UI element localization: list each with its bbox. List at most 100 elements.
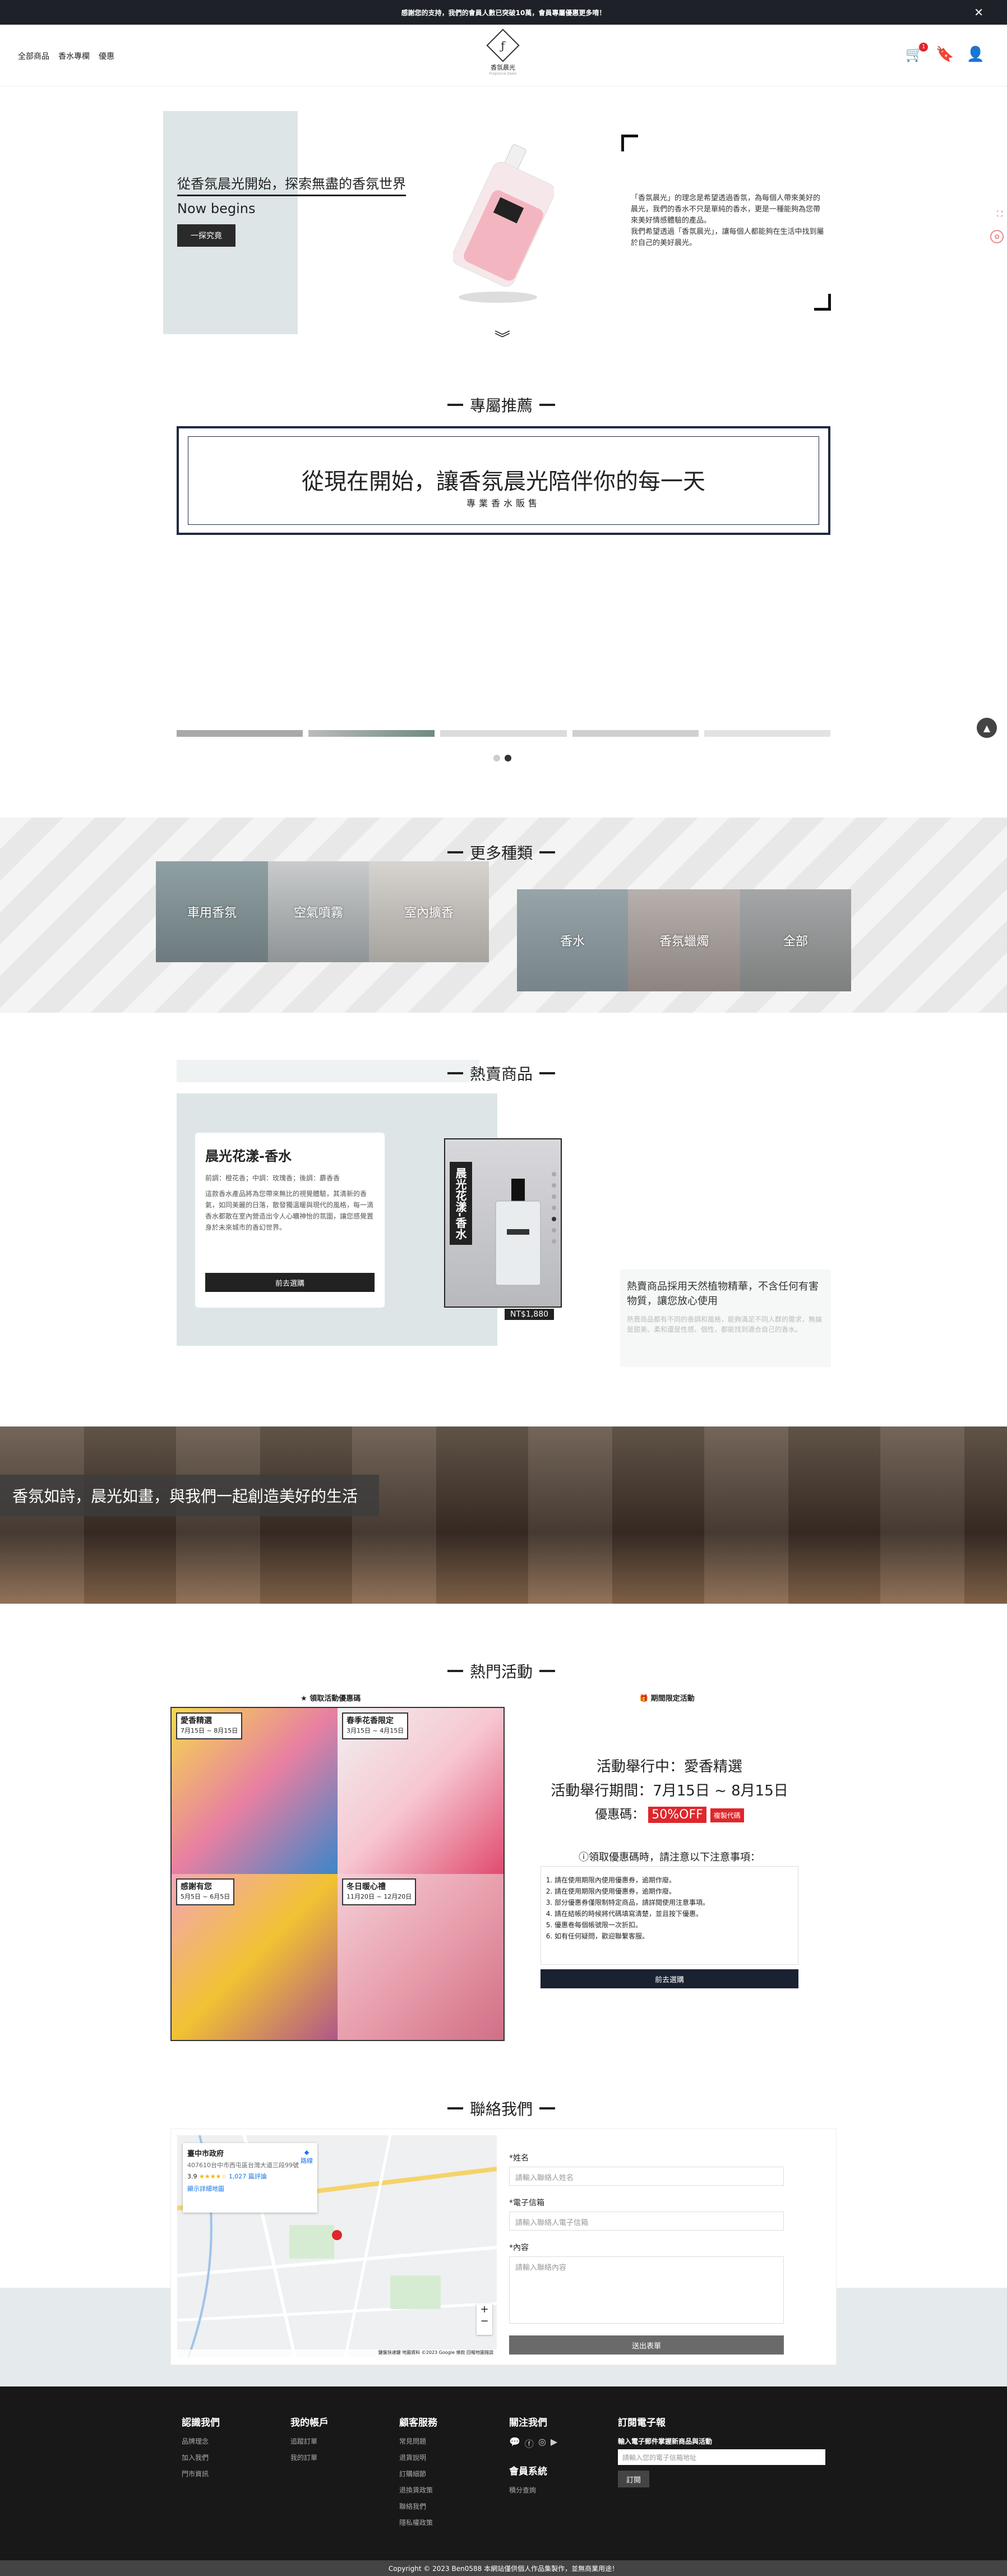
category-candle[interactable]: 香氛蠟燭 [628,889,740,991]
map-zoom-controls[interactable]: + − [477,2303,492,2335]
event-buy-button[interactable]: 前去選購 [541,1969,798,1988]
line-icon[interactable]: 💬 [509,2436,520,2450]
carousel-thumb[interactable] [572,730,699,737]
explore-button[interactable]: 一探究竟 [177,224,235,247]
footer-link[interactable]: 門市資訊 [182,2469,220,2478]
footer-link[interactable]: 我的訂單 [290,2453,329,2462]
footer-link[interactable]: 訂購細節 [399,2469,437,2478]
directions-icon: ◆ [304,2149,310,2156]
footer-link[interactable]: 隱私權政策 [399,2518,437,2527]
side-help-icon[interactable]: ✿ [990,230,1004,243]
slider-dot[interactable] [552,1239,556,1244]
carousel-dot[interactable] [493,755,500,761]
category-room-diffuser[interactable]: 室內擴香 [369,861,489,962]
footer-heading: 關注我們 [509,2417,547,2429]
side-tool-icon[interactable]: ⛶ [997,210,1003,219]
slider-dot[interactable] [552,1206,556,1210]
product-description: 這款香水產品將為您帶來無比的視覺體驗，其清新的香氣，如同美麗的日落，散發獨溫暖與… [205,1190,374,1231]
logo-glyph-icon: ƒ [501,39,505,52]
event-date: 7月15日 ~ 8月15日 [181,1727,238,1734]
close-icon[interactable]: ✕ [974,6,983,19]
footer-link[interactable]: 追蹤訂單 [290,2436,329,2446]
scroll-down-chevron-icon[interactable]: ︾ [495,326,510,349]
content-textarea[interactable]: 請輸入聯絡內容 [509,2256,784,2324]
event-tile[interactable]: 春季花香限定 3月15日 ~ 4月15日 [338,1708,504,1874]
nav-link-column[interactable]: 香水專欄 [58,50,90,62]
facebook-icon[interactable]: ⓕ [525,2436,534,2450]
rule-item: 部分優惠券僅限制特定商品，請詳閱使用注意事項。 [555,1897,784,1908]
slider-dot[interactable] [552,1194,556,1199]
youtube-icon[interactable]: ▶ [551,2436,557,2450]
email-field-group: *電子信箱 請輸入聯絡人電子信箱 [509,2197,784,2231]
carousel-thumbnails [177,730,831,737]
map-directions[interactable]: ◆ 路線 [301,2149,313,2165]
perfume-bottle-illustration [452,144,555,303]
category-air-spray[interactable]: 空氣噴霧 [268,861,369,962]
subscribe-button[interactable]: 訂閱 [618,2471,649,2487]
carousel-thumb[interactable] [308,730,435,737]
coupon-label-text: 領取活動優惠碼 [310,1695,361,1703]
logo-mark: ƒ [486,29,520,62]
event-tile-label: 春季花香限定 3月15日 ~ 4月15日 [342,1712,409,1739]
recommend-banner[interactable]: 從現在開始，讓香氛晨光陪伴你的每一天 專業香水販售 [177,426,830,535]
category-all[interactable]: 全部 [740,889,851,991]
map-reviews[interactable]: 1,027 篇評論 [229,2173,267,2180]
hot-note-box: 熱賣商品採用天然植物精華，不含任何有害物質，讓您放心使用 熱賣商品都有不同的香調… [620,1269,831,1367]
cart-icon[interactable]: 🛒 1 [906,43,929,63]
email-input[interactable]: 請輸入聯絡人電子信箱 [509,2212,784,2231]
map-larger-link[interactable]: 顯示詳細地圖 [187,2184,313,2193]
content-field-group: *內容 請輸入聯絡內容 [509,2242,784,2324]
carousel-thumb[interactable] [177,730,303,737]
name-input[interactable]: 請輸入聯絡人姓名 [509,2167,784,2186]
slider-dot[interactable] [552,1172,556,1176]
footer-link[interactable]: 常見問題 [399,2436,437,2446]
brand-logo[interactable]: ƒ 香氛晨光 Fragrance Dawn [483,29,523,81]
carousel-thumb[interactable] [704,730,831,737]
contact-heading: 聯絡我們 [447,2097,556,2120]
newsletter-input[interactable]: 請輸入您的電子信箱地址 [618,2449,825,2465]
page: 感謝您的支持，我們的會員人數已突破10萬，會員專屬優惠更多唷！ ✕ 全部商品 香… [0,0,1007,2576]
back-to-top-icon[interactable]: ▲ [977,718,997,738]
category-perfume[interactable]: 香水 [517,889,628,991]
rule-item: 請在結帳的時候將代碼填寫清楚，並且按下優惠。 [555,1908,784,1919]
event-tile[interactable]: 愛香精選 7月15日 ~ 8月15日 [172,1708,338,1874]
footer-link[interactable]: 加入我們 [182,2453,220,2462]
event-tile[interactable]: 冬日暖心禮 11月20日 ~ 12月20日 [338,1874,504,2040]
recommend-heading-text: 專屬推薦 [470,396,533,415]
footer: 認識我們 品牌理念 加入我們 門市資訊 我的帳戶 追蹤訂單 我的訂單 顧客服務 … [0,2386,1007,2560]
notice-title-text: 領取優惠碼時，請注意以下注意事項： [589,1852,760,1863]
heading-dash [447,1072,463,1074]
footer-heading: 認識我們 [182,2417,220,2429]
name-field-group: *姓名 請輸入聯絡人姓名 [509,2152,784,2186]
instagram-icon[interactable]: ◎ [538,2436,546,2450]
copyright-bar: Copyright © 2023 Ben0588 本網站僅供個人作品集製作，並無… [0,2560,1007,2576]
categories-heading-text: 更多種類 [470,844,533,862]
user-icon[interactable]: 👤 [967,46,985,63]
product-image[interactable]: 晨光花漾-香水 [444,1138,562,1308]
slider-dot[interactable] [552,1228,556,1232]
footer-link[interactable]: 聯絡我們 [399,2501,437,2511]
slider-dot[interactable] [552,1183,556,1188]
copy-code-button[interactable]: 複製代碼 [710,1808,744,1822]
bookmark-icon[interactable]: 🔖 [936,46,954,63]
category-label: 室內擴香 [404,906,454,920]
event-tile[interactable]: 感謝有您 5月5日 ~ 6月5日 [172,1874,338,2040]
category-car-fragrance[interactable]: 車用香氛 [156,861,268,962]
slider-dot-active[interactable] [552,1217,556,1221]
footer-link[interactable]: 積分查詢 [509,2485,557,2495]
event-tile-label: 愛香精選 7月15日 ~ 8月15日 [176,1712,243,1739]
footer-link[interactable]: 退換貨政策 [399,2485,437,2495]
buy-button[interactable]: 前去選購 [205,1273,375,1292]
submit-form-button[interactable]: 送出表單 [509,2335,784,2355]
newsletter-desc: 輸入電子郵件掌握新商品與活動 [618,2437,713,2445]
footer-heading: 訂閱電子報 [618,2417,666,2429]
footer-link[interactable]: 退貨說明 [399,2453,437,2462]
category-label: 空氣噴霧 [293,906,343,920]
footer-link[interactable]: 品牌理念 [182,2436,220,2446]
nav-link-all-products[interactable]: 全部商品 [18,50,49,62]
event-tile-label: 冬日暖心禮 11月20日 ~ 12月20日 [342,1878,417,1905]
carousel-thumb[interactable] [440,730,567,737]
carousel-dot-active[interactable] [505,755,511,761]
hero-panel [163,111,298,334]
nav-link-discount[interactable]: 優惠 [99,50,114,62]
